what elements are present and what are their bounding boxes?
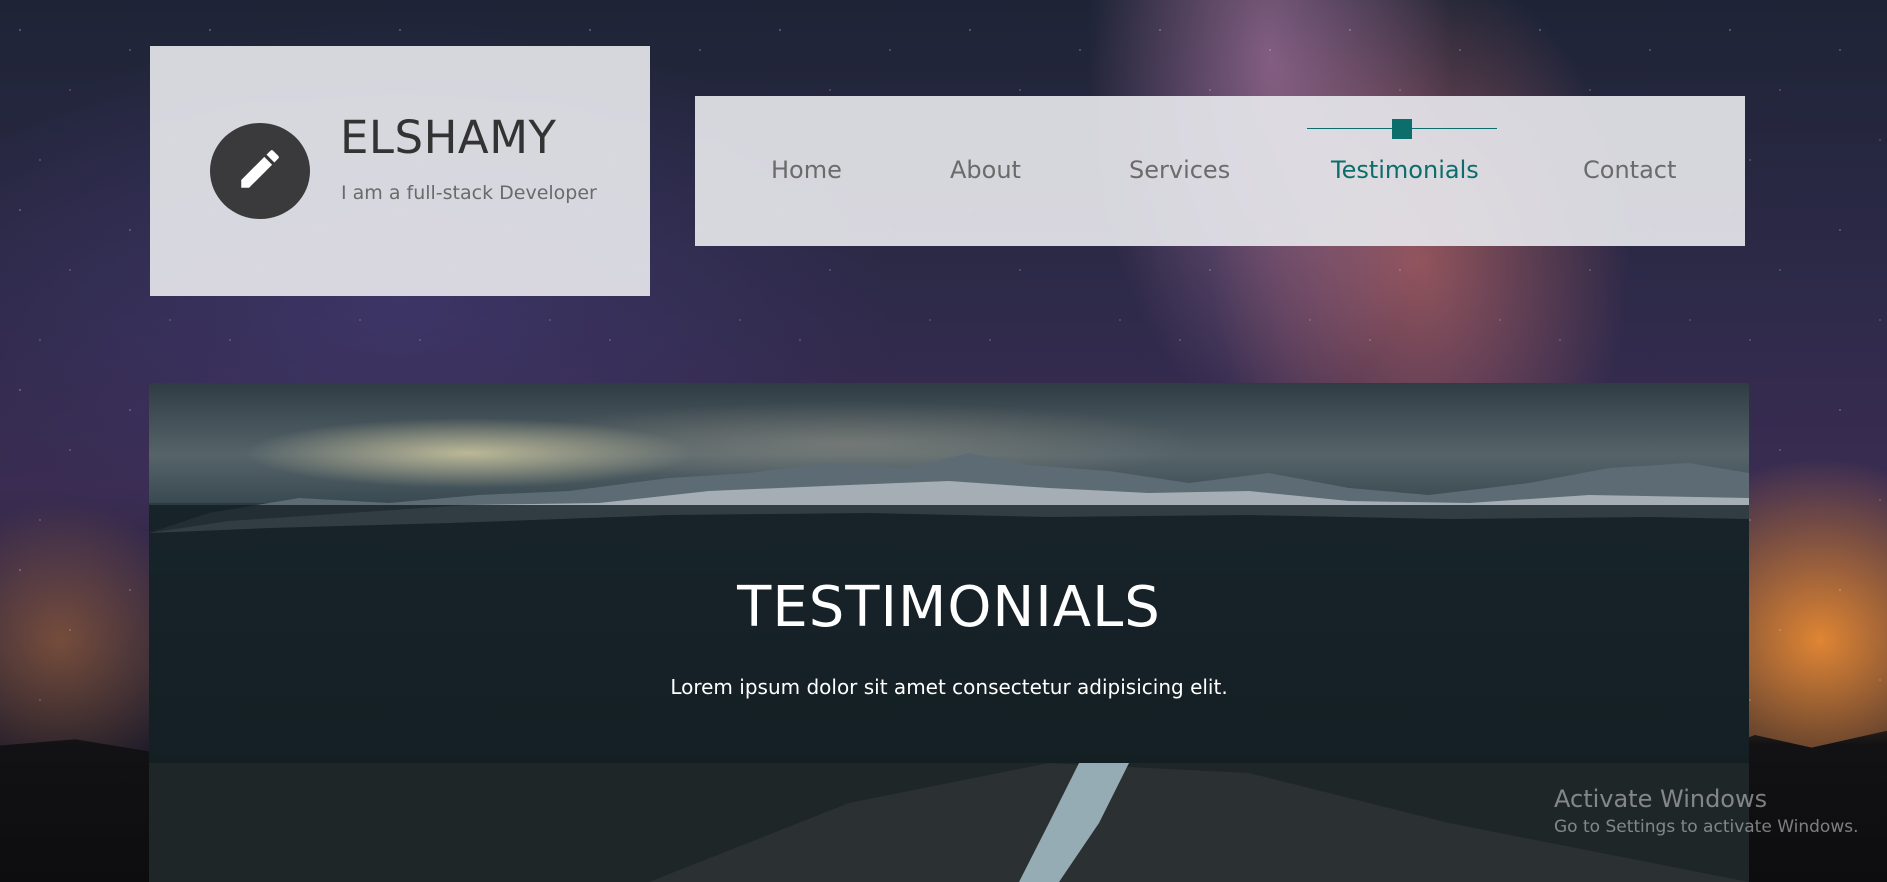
active-indicator-marker bbox=[1392, 119, 1412, 139]
nav-item-home[interactable]: Home bbox=[771, 156, 842, 184]
brand-tagline: I am a full-stack Developer bbox=[341, 182, 597, 204]
watermark-title: Activate Windows bbox=[1554, 785, 1768, 813]
main-navigation: Home About Services Testimonials Contact bbox=[695, 96, 1745, 246]
logo-badge[interactable] bbox=[210, 123, 310, 219]
section-title: TESTIMONIALS bbox=[737, 575, 1161, 640]
nav-item-testimonials[interactable]: Testimonials bbox=[1331, 156, 1479, 184]
pencil-icon bbox=[235, 144, 285, 198]
windows-activation-watermark: Activate Windows Go to Settings to activ… bbox=[1554, 785, 1859, 837]
testimonials-hero: TESTIMONIALS Lorem ipsum dolor sit amet … bbox=[149, 383, 1749, 882]
hill-trail bbox=[149, 763, 1749, 882]
hero-overlay-band: TESTIMONIALS Lorem ipsum dolor sit amet … bbox=[149, 505, 1749, 763]
brand-name[interactable]: ELSHAMY bbox=[340, 111, 557, 164]
nav-item-contact[interactable]: Contact bbox=[1583, 156, 1676, 184]
watermark-subtitle: Go to Settings to activate Windows. bbox=[1554, 817, 1859, 837]
section-subtitle: Lorem ipsum dolor sit amet consectetur a… bbox=[670, 675, 1228, 699]
nav-item-about[interactable]: About bbox=[950, 156, 1021, 184]
logo-panel: ELSHAMY I am a full-stack Developer bbox=[150, 46, 650, 296]
nav-item-services[interactable]: Services bbox=[1129, 156, 1230, 184]
